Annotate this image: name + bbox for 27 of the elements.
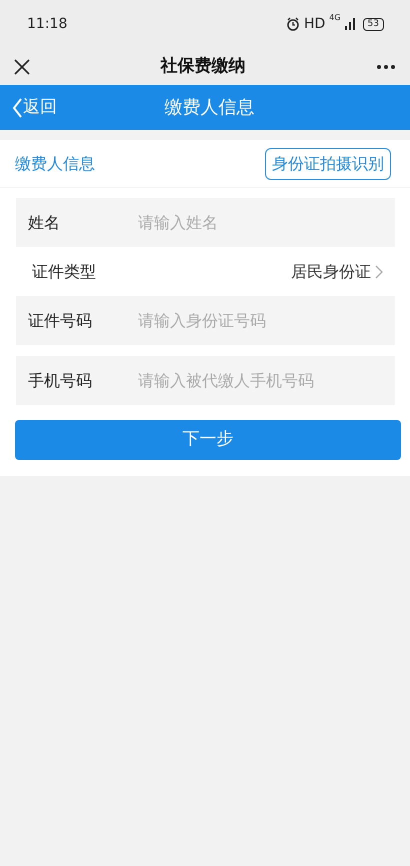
chevron-right-icon [375,264,383,278]
header-title: 缴费人信息 [164,96,256,120]
field-label: 手机号码 [28,370,93,392]
input-field[interactable]: 请输入被代缴人手机号码 [138,356,383,405]
network-label: 4G [329,12,341,24]
alarm-icon [286,17,300,31]
hd-indicator: HD [304,14,326,34]
back-button[interactable]: 返回 [12,94,57,120]
chevron-left-icon [12,98,22,118]
signal-icon [344,18,355,30]
battery-indicator: 53 [362,18,384,30]
more-icon [376,64,396,70]
form-field[interactable]: 姓名 请输入姓名 [16,198,395,247]
field-label: 姓名 [28,212,61,234]
section-title: 缴费人信息 [15,152,95,174]
scan-id-button[interactable]: 身份证拍摄识别 [265,148,391,180]
next-button[interactable]: 下一步 [15,420,401,460]
status-time: 11:18 [27,14,68,34]
input-field[interactable]: 请输入身份证号码 [138,296,383,345]
form-field[interactable]: 手机号码 请输入被代缴人手机号码 [16,356,395,405]
select-field[interactable]: 居民身份证 [291,260,383,284]
field-label: 证件号码 [28,310,93,332]
form-field[interactable]: 证件号码 请输入身份证号码 [16,296,395,345]
close-icon [14,59,30,76]
input-field[interactable]: 请输入姓名 [138,198,383,247]
field-label: 证件类型 [31,260,97,282]
page-title: 社保费缴纳 [160,54,246,78]
